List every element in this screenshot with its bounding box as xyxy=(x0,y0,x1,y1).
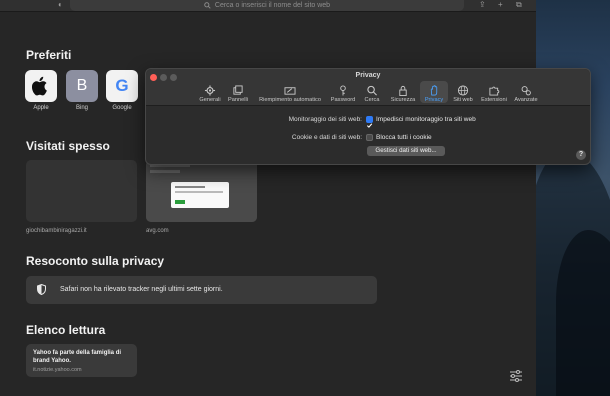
reading-item-url: it.notizie.yahoo.com xyxy=(33,367,82,373)
tile-label: avg.com xyxy=(146,228,169,234)
google-letter: G xyxy=(115,76,129,95)
globe-icon xyxy=(457,85,469,96)
tabs-icon xyxy=(233,85,243,95)
help-button[interactable]: ? xyxy=(576,150,586,160)
address-bar[interactable]: Cerca o inserisci il nome del sito web xyxy=(70,0,464,11)
hand-icon xyxy=(430,85,438,96)
tab-avanzate[interactable]: Avanzate xyxy=(512,81,540,103)
tab-generali[interactable]: Generali xyxy=(198,81,222,103)
gear-icon xyxy=(204,85,216,96)
thumbnail-line xyxy=(175,191,223,193)
tab-password[interactable]: Password xyxy=(328,81,358,103)
autofill-icon xyxy=(284,87,296,95)
tile-label: giochibambiniragazzi.it xyxy=(26,228,87,234)
tab-label: Avanzate xyxy=(514,97,538,103)
favorite-apple[interactable] xyxy=(25,70,57,102)
preferences-window: Privacy Generali Pannelli Riempimento au… xyxy=(145,68,591,165)
toolbar: ◐ Cerca o inserisci il nome del sito web… xyxy=(0,0,536,12)
frequent-tile-giochi[interactable] xyxy=(26,160,137,222)
tab-label: Generali xyxy=(199,97,221,103)
search-icon xyxy=(204,2,211,9)
new-tab-icon[interactable]: + xyxy=(498,0,503,10)
tab-label: Estensioni xyxy=(481,97,507,103)
frequent-title: Visitati spesso xyxy=(26,139,110,153)
checkmark-icon xyxy=(366,123,373,128)
tab-label: Sicurezza xyxy=(390,97,416,103)
tab-label: Siti web xyxy=(453,97,473,103)
favorite-label: Bing xyxy=(75,105,88,111)
share-icon[interactable]: ⇪ xyxy=(479,0,486,10)
tab-privacy[interactable]: Privacy xyxy=(420,81,448,103)
tracking-label: Monitoraggio dei siti web: xyxy=(288,116,362,123)
desktop-wallpaper xyxy=(536,0,610,396)
cookies-label: Cookie e dati di siti web: xyxy=(291,134,362,141)
reading-item-title: Yahoo fa parte della famiglia di brand Y… xyxy=(33,350,122,364)
privacy-report-card[interactable]: Safari non ha rilevato tracker negli ult… xyxy=(26,276,377,304)
tab-label: Riempimento automatico xyxy=(259,97,321,103)
preferences-toolbar: Privacy Generali Pannelli Riempimento au… xyxy=(146,69,590,106)
cookies-checkbox[interactable] xyxy=(366,134,373,141)
tab-label: Password xyxy=(330,97,356,103)
reading-list-item[interactable]: Yahoo fa parte della famiglia di brand Y… xyxy=(26,344,137,377)
frequent-tile-avg[interactable] xyxy=(146,160,257,222)
safari-window: ◐ Cerca o inserisci il nome del sito web… xyxy=(0,0,536,396)
reading-list-title: Elenco lettura xyxy=(26,323,106,337)
privacy-report-text: Safari non ha rilevato tracker negli ult… xyxy=(60,286,223,293)
tracking-checkbox[interactable] xyxy=(366,116,373,128)
manage-website-data-button[interactable]: Gestisci dati siti web... xyxy=(367,146,445,156)
tab-label: Privacy xyxy=(424,97,444,103)
customize-sliders-icon[interactable] xyxy=(508,368,524,384)
thumbnail-dialog xyxy=(171,182,229,208)
thumbnail-line xyxy=(150,170,180,173)
shield-icon xyxy=(37,284,46,295)
preferences-title: Privacy xyxy=(355,72,381,79)
address-placeholder: Cerca o inserisci il nome del sito web xyxy=(214,2,331,9)
favorite-bing[interactable]: B xyxy=(66,70,98,102)
tab-estensioni[interactable]: Estensioni xyxy=(478,81,510,103)
tab-cerca[interactable]: Cerca xyxy=(361,81,383,103)
tab-riempimento[interactable]: Riempimento automatico xyxy=(254,81,326,103)
lock-icon xyxy=(399,85,407,96)
key-icon xyxy=(340,85,346,96)
thumbnail-line xyxy=(175,186,205,188)
advanced-gears-icon xyxy=(521,86,531,96)
puzzle-icon xyxy=(489,86,500,96)
tab-siti-web[interactable]: Siti web xyxy=(450,81,476,103)
tab-overview-icon[interactable]: ⧉ xyxy=(516,0,522,10)
favorite-label: Apple xyxy=(33,105,49,111)
tab-pannelli[interactable]: Pannelli xyxy=(226,81,250,103)
thumbnail-button xyxy=(175,200,185,204)
cookies-option[interactable]: Blocca tutti i cookie xyxy=(376,134,432,141)
apple-icon xyxy=(32,76,47,96)
favorites-title: Preferiti xyxy=(26,48,72,62)
tab-label: Cerca xyxy=(364,97,380,103)
favorite-google[interactable]: G xyxy=(106,70,138,102)
privacy-report-title: Resoconto sulla privacy xyxy=(26,254,165,268)
tab-sicurezza[interactable]: Sicurezza xyxy=(388,81,418,103)
tracking-option[interactable]: Impedisci monitoraggio tra siti web xyxy=(376,116,476,123)
tab-label: Pannelli xyxy=(228,97,248,103)
bing-letter: B xyxy=(76,77,88,94)
shield-icon[interactable]: ◐ xyxy=(58,0,63,10)
search-icon xyxy=(367,85,377,96)
favorite-label: Google xyxy=(112,105,132,111)
